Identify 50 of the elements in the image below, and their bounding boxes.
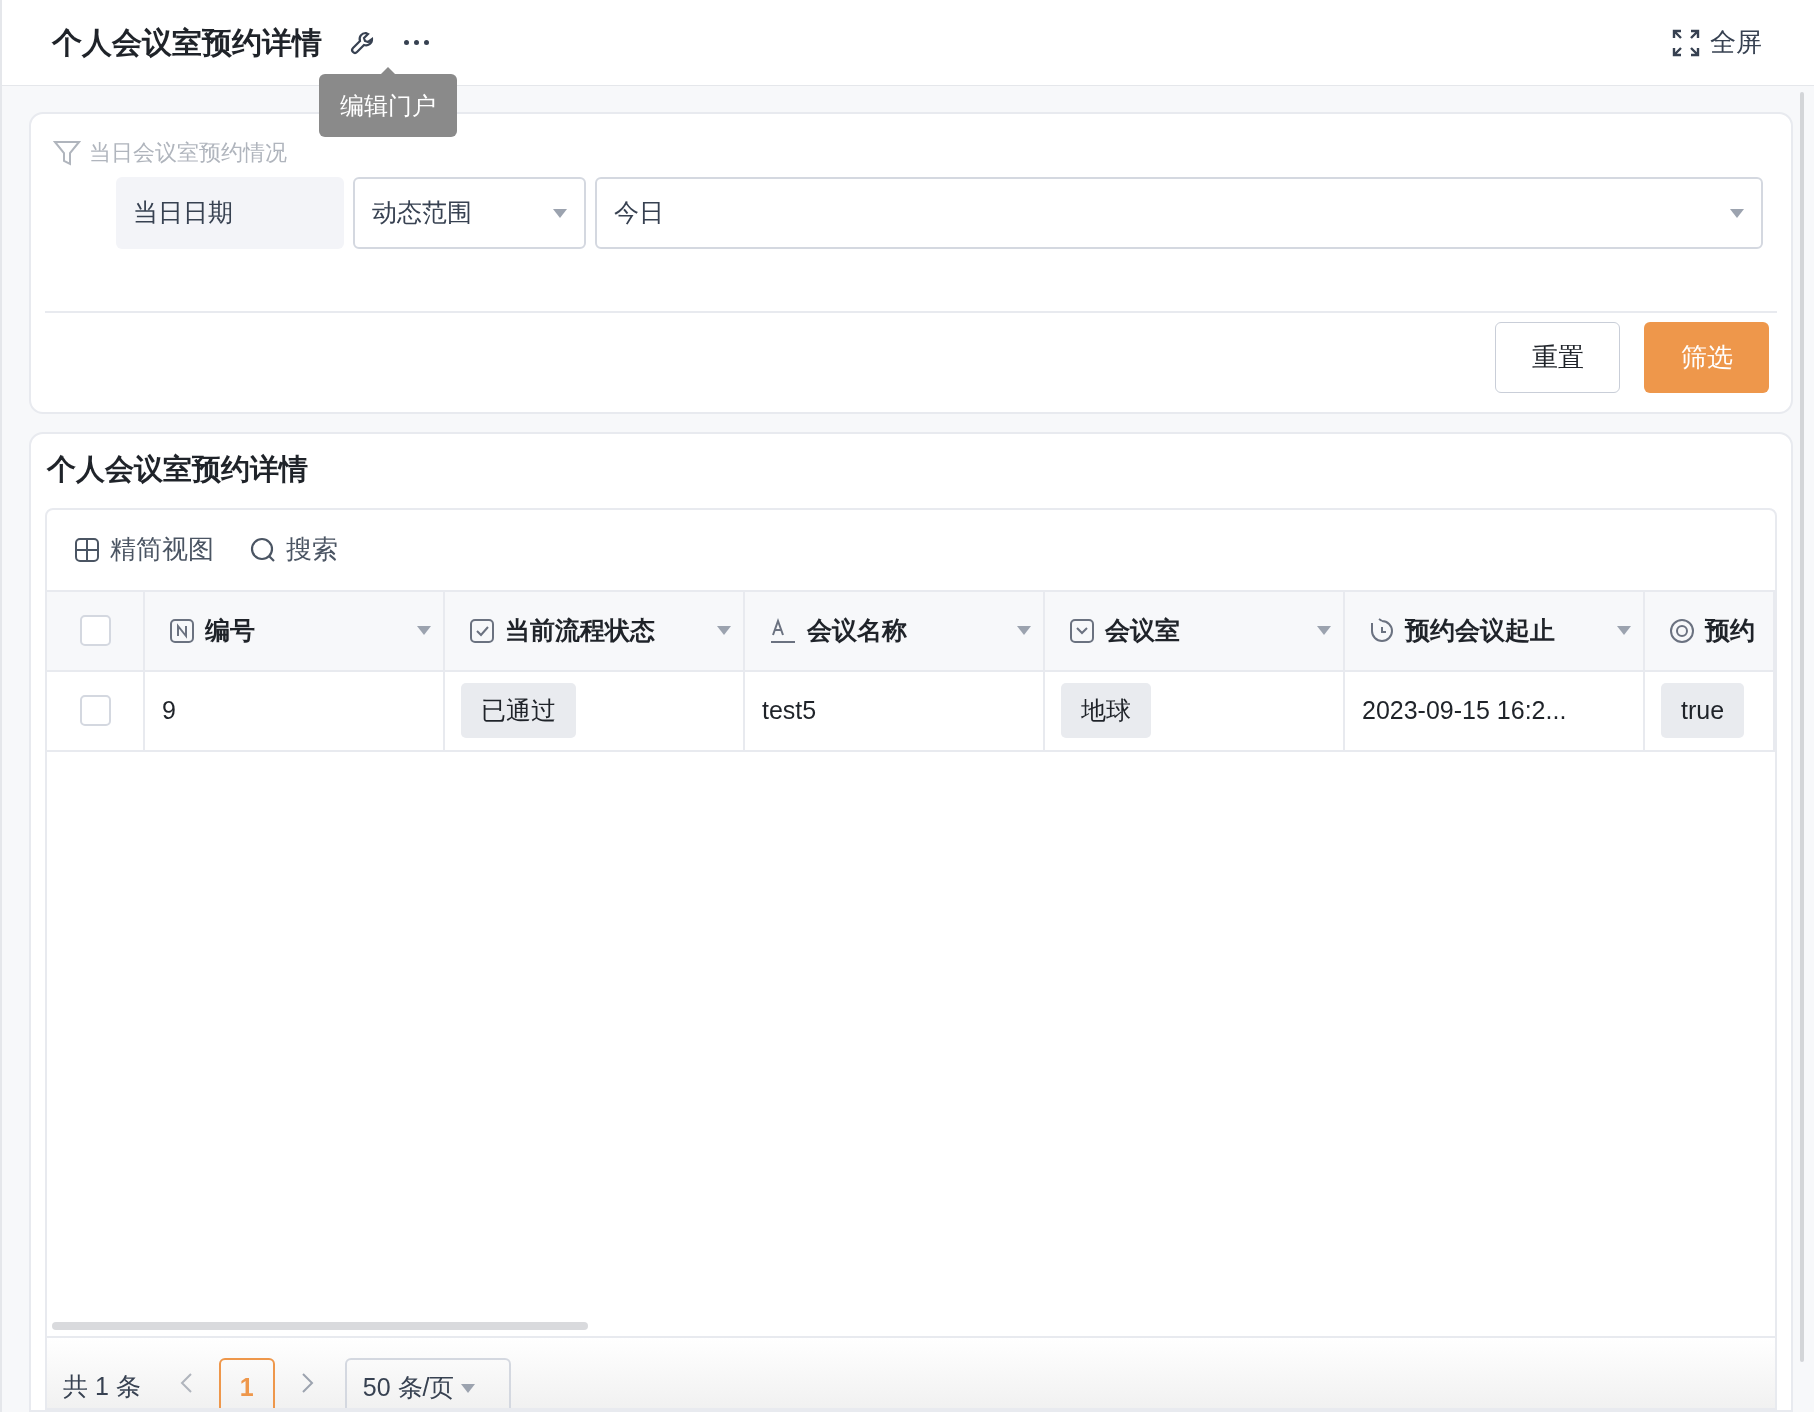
tooltip-pointer-icon [381, 67, 395, 74]
tag: 地球 [1061, 683, 1151, 738]
caret-icon [1730, 208, 1744, 218]
scrollbar[interactable] [1800, 92, 1804, 1362]
radio-field-icon [1669, 617, 1695, 644]
column-header[interactable]: 编号 [145, 591, 445, 670]
prev-page-button[interactable] [178, 1372, 193, 1394]
column-header[interactable]: 会议名称 [745, 591, 1045, 670]
caret-icon [1317, 626, 1331, 635]
checkbox-field-icon [469, 617, 495, 644]
dropdown-field-icon [1069, 617, 1095, 644]
search-button[interactable]: 搜索 [250, 530, 338, 569]
number-field-icon [169, 617, 195, 644]
filter-title: 当日会议室预约情况 [89, 139, 287, 167]
column-header[interactable]: 预约会议起止 [1345, 591, 1645, 670]
grid-icon [74, 536, 100, 563]
table-cell-text: 2023-09-15 16:2... [1362, 694, 1567, 726]
text-field-icon [769, 617, 797, 644]
fullscreen-icon [1672, 28, 1700, 57]
fullscreen-button[interactable]: 全屏 [1672, 23, 1762, 62]
table-cell-text: test5 [762, 694, 817, 726]
column-header[interactable]: 当前流程状态 [445, 591, 745, 670]
tag: true [1661, 683, 1745, 738]
tag: 已通过 [461, 683, 576, 738]
tooltip: 编辑门户 [319, 74, 457, 137]
caret-icon [460, 1383, 475, 1393]
caret-icon [1017, 626, 1031, 635]
caret-icon [553, 208, 567, 218]
page-size-select[interactable]: 50 条/页 [344, 1358, 511, 1408]
page-title: 个人会议室预约详情 [52, 25, 322, 61]
caret-icon [417, 626, 431, 635]
filter-icon [53, 138, 81, 167]
select-all-checkbox[interactable] [79, 615, 111, 646]
date-select[interactable]: 今日 [595, 177, 1763, 249]
range-mode-select[interactable]: 动态范围 [353, 177, 586, 249]
column-header[interactable]: 预约 [1645, 591, 1775, 670]
row-checkbox[interactable] [79, 695, 111, 726]
clock-field-icon [1369, 617, 1395, 644]
view-button[interactable]: 精简视图 [74, 530, 214, 569]
table-title: 个人会议室预约详情 [46, 452, 309, 487]
column-header[interactable]: 会议室 [1045, 591, 1345, 670]
next-page-button[interactable] [300, 1372, 315, 1394]
caret-icon [1617, 626, 1631, 635]
filter-label: 当日日期 [116, 177, 344, 249]
reset-button[interactable]: 重置 [1495, 322, 1620, 393]
caret-icon [717, 626, 731, 635]
total-count: 共 1 条 [63, 1371, 141, 1402]
table-cell-text: 9 [162, 694, 176, 726]
scrollbar[interactable] [52, 1322, 588, 1330]
search-icon [250, 536, 276, 563]
